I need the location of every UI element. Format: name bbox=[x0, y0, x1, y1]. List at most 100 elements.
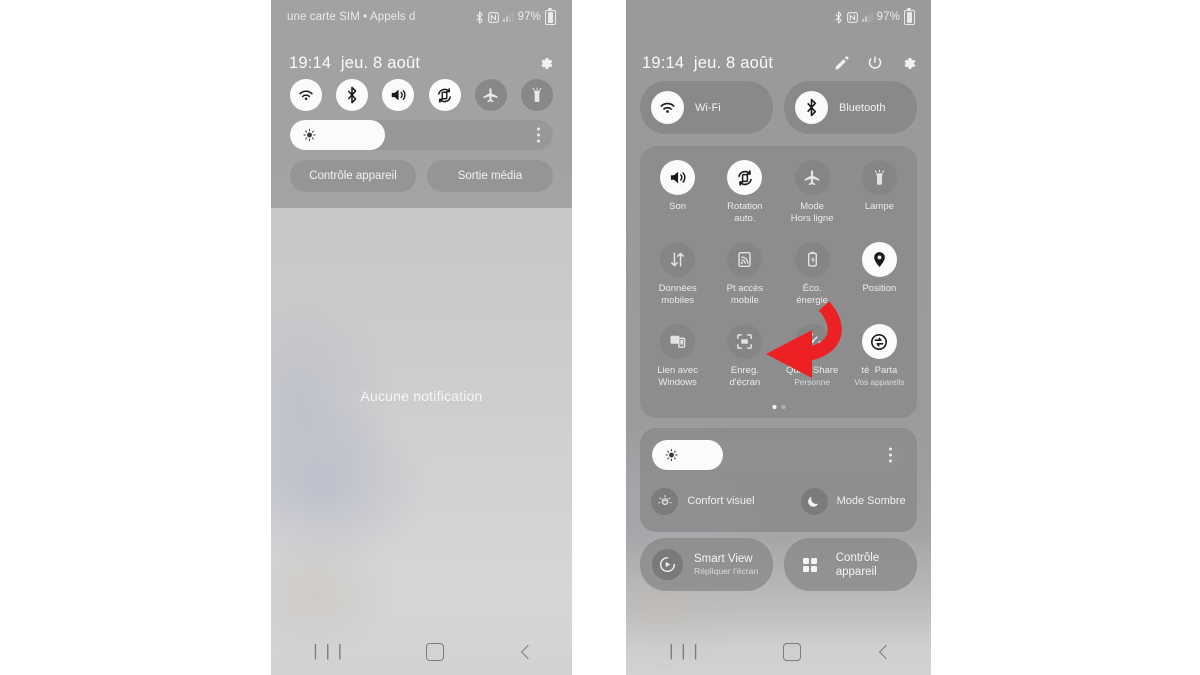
more-vertical-icon[interactable] bbox=[537, 127, 540, 143]
tile-flashlight[interactable]: Lampe bbox=[846, 160, 913, 224]
tile-nearby-share[interactable]: té Parta Vos appareils bbox=[846, 324, 913, 388]
eye-comfort-shield-button[interactable]: Confort visuel bbox=[651, 487, 755, 515]
flashlight-toggle[interactable] bbox=[520, 79, 553, 111]
clock-row: 19:14 jeu. 8 août bbox=[271, 50, 572, 76]
signal-icon bbox=[502, 12, 514, 22]
wifi-toggle[interactable] bbox=[290, 79, 322, 111]
devices-icon bbox=[660, 324, 696, 359]
tile-location[interactable]: Position bbox=[846, 242, 913, 306]
back-icon[interactable] bbox=[878, 644, 893, 660]
smart-view-title: Smart View bbox=[694, 553, 753, 565]
recents-icon[interactable]: ||| bbox=[666, 643, 703, 662]
home-icon[interactable] bbox=[425, 643, 444, 661]
quick-settings-panel: Son Rotation auto. Mode Hors ligne Lampe… bbox=[640, 146, 917, 418]
device-control-title: Contrôle appareil bbox=[835, 551, 880, 578]
nav-bar: ||| bbox=[626, 629, 931, 675]
battery-icon bbox=[904, 7, 915, 25]
brightness-panel: Confort visuel Mode Sombre bbox=[640, 428, 917, 532]
screenshot-canvas: une carte SIM • Appels d 97% 19:14 jeu. … bbox=[0, 0, 1200, 675]
tile-label: Position bbox=[862, 283, 897, 294]
tile-label-prefix: té bbox=[861, 365, 870, 376]
smart-view-icon bbox=[652, 549, 683, 580]
status-icons: 97% bbox=[475, 7, 556, 25]
bluetooth-pill[interactable]: Bluetooth bbox=[784, 81, 917, 134]
power-icon[interactable] bbox=[867, 55, 883, 71]
mode-row: Confort visuel Mode Sombre bbox=[640, 484, 917, 518]
tile-label: Rotation auto. bbox=[727, 201, 763, 224]
status-icons: 97% bbox=[834, 7, 915, 25]
device-control-text: Contrôle appareil bbox=[836, 551, 917, 579]
more-vertical-icon[interactable] bbox=[889, 447, 892, 463]
status-carrier-text: une carte SIM • Appels d bbox=[287, 11, 416, 23]
tile-sound[interactable]: Son bbox=[644, 160, 711, 224]
tile-label: Données mobiles bbox=[658, 283, 697, 306]
tile-mobile-hotspot[interactable]: Pt accès mobile bbox=[711, 242, 778, 306]
location-pin-icon bbox=[861, 242, 897, 277]
tile-sublabel: Vos appareils bbox=[854, 376, 905, 387]
media-output-button[interactable]: Sortie média bbox=[427, 160, 553, 192]
quick-toggle-row bbox=[271, 79, 572, 111]
top-pills-row: Wi-Fi Bluetooth bbox=[640, 81, 917, 134]
recents-icon[interactable]: ||| bbox=[310, 643, 347, 662]
wifi-pill[interactable]: Wi-Fi bbox=[640, 81, 773, 134]
brightness-icon bbox=[303, 128, 316, 142]
tile-label: té Parta bbox=[861, 365, 897, 377]
tile-label: Éco. énergie bbox=[796, 283, 828, 306]
tile-link-to-windows[interactable]: Lien avec Windows bbox=[644, 324, 711, 388]
airplane-mode-toggle[interactable] bbox=[474, 79, 507, 111]
header-actions bbox=[537, 55, 554, 72]
tile-screen-recorder[interactable]: Enreg. d'écran bbox=[711, 324, 778, 388]
tile-mobile-data[interactable]: Données mobiles bbox=[644, 242, 711, 306]
volume-icon bbox=[660, 160, 696, 195]
tile-label-main: Parta bbox=[874, 365, 898, 376]
clock-datetime: 19:14 jeu. 8 août bbox=[642, 54, 834, 73]
clock-row: 19:14 jeu. 8 août bbox=[626, 50, 931, 76]
nav-bar: ||| bbox=[271, 629, 572, 675]
sound-toggle[interactable] bbox=[382, 79, 415, 111]
tile-airplane-mode[interactable]: Mode Hors ligne bbox=[779, 160, 846, 224]
brightness-slider[interactable] bbox=[652, 440, 905, 470]
tile-label: Lampe bbox=[864, 201, 894, 212]
status-bar: 97% bbox=[626, 0, 931, 34]
brightness-icon bbox=[665, 448, 678, 462]
tile-label: Enreg. d'écran bbox=[729, 365, 761, 388]
back-icon[interactable] bbox=[520, 644, 535, 660]
brightness-slider[interactable] bbox=[290, 120, 553, 150]
nearby-share-icon bbox=[861, 324, 897, 359]
phone-screenshot-left: une carte SIM • Appels d 97% 19:14 jeu. … bbox=[271, 0, 572, 675]
header-actions bbox=[834, 55, 917, 72]
tile-power-saving[interactable]: Éco. énergie bbox=[779, 242, 846, 306]
eye-comfort-icon bbox=[651, 487, 679, 515]
battery-icon bbox=[545, 7, 556, 25]
gear-icon[interactable] bbox=[900, 55, 917, 72]
auto-rotate-toggle[interactable] bbox=[428, 79, 461, 111]
gear-icon[interactable] bbox=[537, 55, 554, 72]
bluetooth-toggle[interactable] bbox=[336, 79, 369, 111]
page-dot-active[interactable] bbox=[772, 405, 776, 409]
page-indicator bbox=[772, 405, 785, 409]
bluetooth-icon bbox=[475, 10, 484, 24]
smart-view-button[interactable]: Smart View Répliquer l'écran bbox=[640, 538, 773, 591]
bluetooth-icon bbox=[834, 10, 843, 24]
airplane-icon bbox=[794, 160, 830, 195]
device-control-button[interactable]: Contrôle appareil bbox=[784, 538, 917, 591]
tile-quick-share[interactable]: Quick Share Personne bbox=[779, 324, 846, 388]
bluetooth-icon bbox=[795, 91, 828, 124]
battery-percent-label: 97% bbox=[876, 11, 900, 23]
clock-date: jeu. 8 août bbox=[340, 53, 421, 72]
data-transfer-icon bbox=[660, 242, 696, 277]
dark-mode-button[interactable]: Mode Sombre bbox=[800, 487, 906, 515]
home-icon[interactable] bbox=[782, 643, 801, 661]
device-control-button[interactable]: Contrôle appareil bbox=[290, 160, 416, 192]
eye-comfort-label: Confort visuel bbox=[687, 495, 755, 507]
nfc-icon bbox=[487, 11, 499, 23]
tile-label: Son bbox=[669, 201, 687, 212]
page-dot[interactable] bbox=[781, 405, 785, 409]
bluetooth-pill-label: Bluetooth bbox=[839, 101, 886, 114]
hotspot-icon bbox=[727, 242, 763, 277]
tile-label: Lien avec Windows bbox=[657, 365, 698, 388]
tile-auto-rotate[interactable]: Rotation auto. bbox=[711, 160, 778, 224]
pencil-icon[interactable] bbox=[834, 55, 850, 71]
dark-mode-label: Mode Sombre bbox=[836, 495, 906, 507]
tile-label: Pt accès mobile bbox=[726, 283, 764, 306]
